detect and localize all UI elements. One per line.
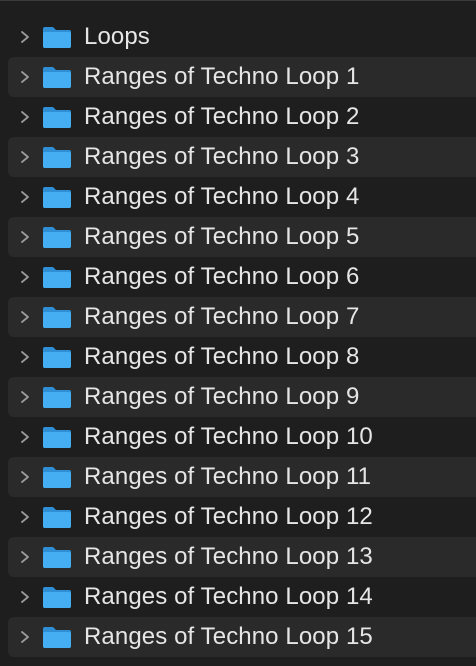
folder-name: Ranges of Techno Loop 11 [84, 463, 372, 490]
folder-name: Ranges of Techno Loop 9 [84, 383, 360, 410]
folder-name: Ranges of Techno Loop 1 [84, 63, 360, 90]
folder-name: Ranges of Techno Loop 7 [84, 303, 360, 330]
folder-icon [42, 185, 72, 209]
disclosure-chevron-icon[interactable] [18, 310, 32, 324]
disclosure-chevron-icon[interactable] [18, 190, 32, 204]
folder-icon [42, 505, 72, 529]
folder-icon [42, 425, 72, 449]
folder-name: Ranges of Techno Loop 8 [84, 343, 360, 370]
folder-name: Ranges of Techno Loop 3 [84, 143, 360, 170]
disclosure-chevron-icon[interactable] [18, 430, 32, 444]
disclosure-chevron-icon[interactable] [18, 350, 32, 364]
disclosure-chevron-icon[interactable] [18, 630, 32, 644]
folder-icon [42, 305, 72, 329]
folder-list: Loops Ranges of Techno Loop 1 Ranges of … [8, 17, 476, 657]
disclosure-chevron-icon[interactable] [18, 270, 32, 284]
disclosure-chevron-icon[interactable] [18, 470, 32, 484]
folder-name: Loops [84, 23, 150, 50]
folder-icon [42, 625, 72, 649]
folder-name: Ranges of Techno Loop 5 [84, 223, 360, 250]
list-item[interactable]: Ranges of Techno Loop 3 [8, 137, 476, 177]
disclosure-chevron-icon[interactable] [18, 30, 32, 44]
folder-name: Ranges of Techno Loop 12 [84, 503, 373, 530]
folder-name: Ranges of Techno Loop 2 [84, 103, 360, 130]
disclosure-chevron-icon[interactable] [18, 150, 32, 164]
disclosure-chevron-icon[interactable] [18, 230, 32, 244]
folder-icon [42, 105, 72, 129]
folder-name: Ranges of Techno Loop 13 [84, 543, 373, 570]
folder-icon [42, 465, 72, 489]
list-item[interactable]: Ranges of Techno Loop 7 [8, 297, 476, 337]
folder-icon [42, 65, 72, 89]
folder-name: Ranges of Techno Loop 14 [84, 583, 373, 610]
folder-icon [42, 345, 72, 369]
folder-name: Ranges of Techno Loop 15 [84, 623, 373, 650]
folder-name: Ranges of Techno Loop 6 [84, 263, 360, 290]
list-item[interactable]: Ranges of Techno Loop 4 [8, 177, 476, 217]
folder-icon [42, 25, 72, 49]
list-item[interactable]: Loops [8, 17, 476, 57]
folder-name: Ranges of Techno Loop 4 [84, 183, 360, 210]
list-item[interactable]: Ranges of Techno Loop 11 [8, 457, 476, 497]
disclosure-chevron-icon[interactable] [18, 590, 32, 604]
list-item[interactable]: Ranges of Techno Loop 8 [8, 337, 476, 377]
list-item[interactable]: Ranges of Techno Loop 10 [8, 417, 476, 457]
list-item[interactable]: Ranges of Techno Loop 5 [8, 217, 476, 257]
list-item[interactable]: Ranges of Techno Loop 2 [8, 97, 476, 137]
disclosure-chevron-icon[interactable] [18, 510, 32, 524]
folder-icon [42, 385, 72, 409]
folder-icon [42, 265, 72, 289]
finder-list-view: Loops Ranges of Techno Loop 1 Ranges of … [0, 0, 476, 666]
disclosure-chevron-icon[interactable] [18, 550, 32, 564]
list-item[interactable]: Ranges of Techno Loop 6 [8, 257, 476, 297]
folder-icon [42, 545, 72, 569]
disclosure-chevron-icon[interactable] [18, 390, 32, 404]
folder-name: Ranges of Techno Loop 10 [84, 423, 373, 450]
list-item[interactable]: Ranges of Techno Loop 1 [8, 57, 476, 97]
folder-icon [42, 585, 72, 609]
disclosure-chevron-icon[interactable] [18, 110, 32, 124]
list-item[interactable]: Ranges of Techno Loop 12 [8, 497, 476, 537]
folder-icon [42, 225, 72, 249]
list-item[interactable]: Ranges of Techno Loop 14 [8, 577, 476, 617]
list-item[interactable]: Ranges of Techno Loop 15 [8, 617, 476, 657]
folder-icon [42, 145, 72, 169]
list-item[interactable]: Ranges of Techno Loop 13 [8, 537, 476, 577]
list-item[interactable]: Ranges of Techno Loop 9 [8, 377, 476, 417]
disclosure-chevron-icon[interactable] [18, 70, 32, 84]
